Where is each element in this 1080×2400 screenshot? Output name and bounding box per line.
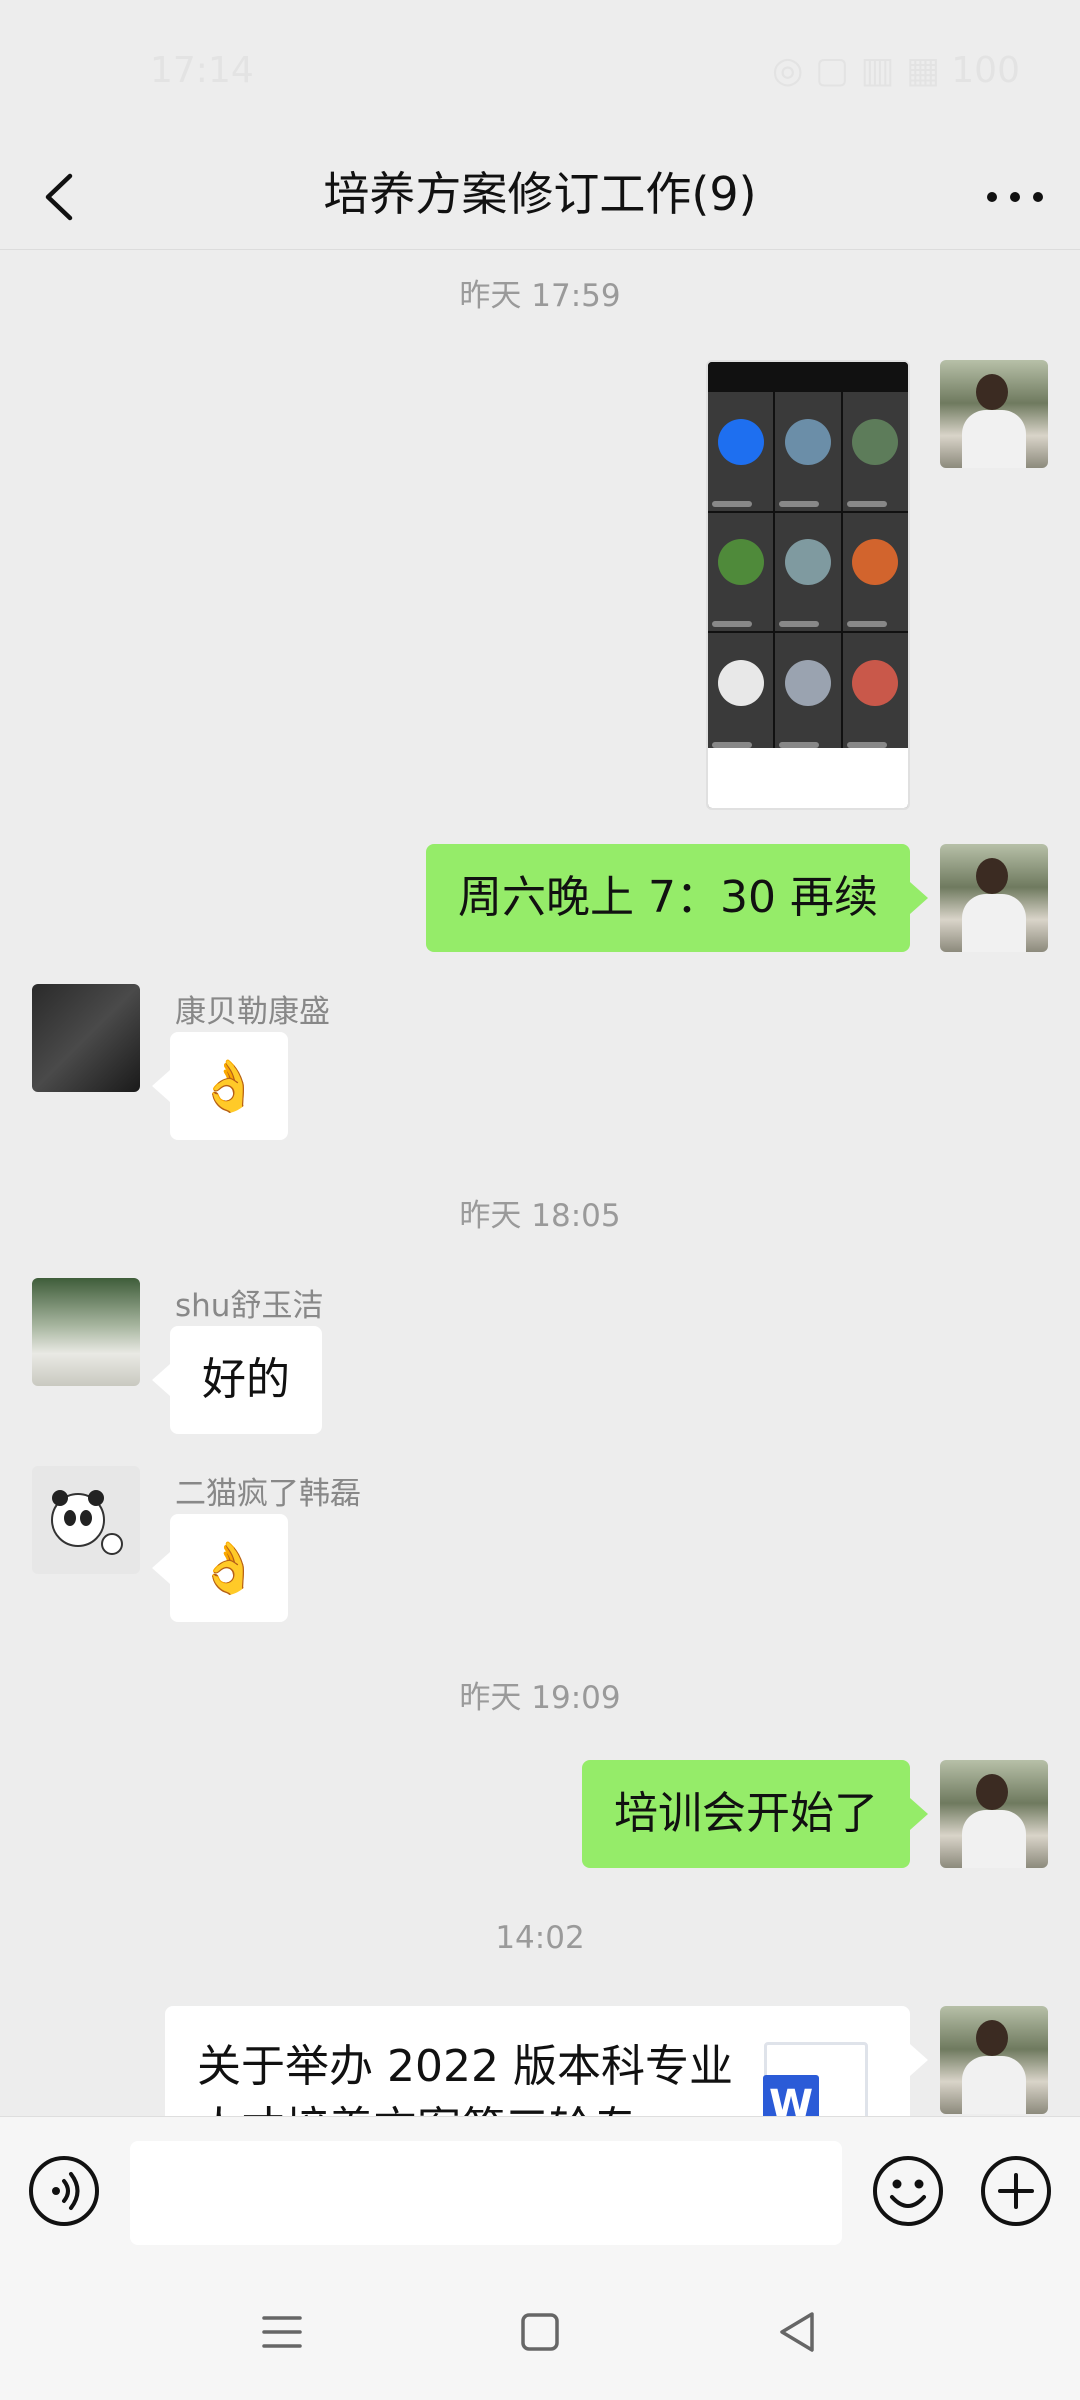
image-message[interactable]	[706, 360, 910, 810]
member-avatar[interactable]	[32, 1278, 140, 1386]
my-avatar[interactable]	[940, 1760, 1048, 1868]
back-nav-button[interactable]	[768, 2302, 828, 2362]
menu-nav-button[interactable]	[252, 2302, 312, 2362]
image-video-grid	[708, 392, 908, 752]
time-separator: 昨天 18:05	[459, 1198, 621, 1234]
my-avatar[interactable]	[940, 360, 1048, 468]
my-avatar[interactable]	[940, 2006, 1048, 2114]
member-avatar[interactable]	[32, 984, 140, 1092]
chat-header: 培养方案修订工作(9)	[0, 140, 1080, 250]
ok-hand-emoji: 👌	[197, 1057, 261, 1115]
emoji-icon	[873, 2156, 943, 2226]
sender-name: 康贝勒康盛	[175, 994, 330, 1030]
image-nav-strip	[708, 748, 908, 808]
ok-hand-emoji: 👌	[197, 1539, 261, 1597]
panda-avatar-icon	[51, 1490, 123, 1555]
voice-button[interactable]	[28, 2155, 100, 2227]
home-nav-button[interactable]	[510, 2302, 570, 2362]
my-avatar[interactable]	[940, 844, 1048, 952]
emoji-button[interactable]	[872, 2155, 944, 2227]
sender-name: 二猫疯了韩磊	[175, 1476, 361, 1512]
back-nav-icon	[780, 2312, 814, 2352]
time-separator: 昨天 19:09	[459, 1680, 621, 1716]
my-text-message[interactable]: 培训会开始了	[582, 1760, 928, 1868]
image-status-strip	[708, 362, 908, 392]
status-bar: 17:14 ◎ ▢ ▥ ▦ 100	[0, 0, 1080, 140]
status-time: 17:14	[150, 50, 254, 91]
status-icons: ◎ ▢ ▥ ▦ 100	[772, 50, 1020, 91]
input-bar	[0, 2116, 1080, 2262]
member-avatar[interactable]	[32, 1466, 140, 1574]
voice-icon	[29, 2156, 99, 2226]
text-message[interactable]: 好的	[152, 1326, 322, 1434]
file-title: 关于举办 2022 版本科专业人才培养方案第三轮专	[197, 2041, 733, 2116]
sender-name: shu舒玉洁	[175, 1288, 324, 1324]
plus-icon	[981, 2156, 1051, 2226]
emoji-message[interactable]: 👌	[152, 1514, 288, 1622]
plus-button[interactable]	[980, 2155, 1052, 2227]
chat-area[interactable]: 昨天 17:59 周六晚上 7：30 再续 康贝勒康盛 👌 昨天 18:05 s…	[0, 250, 1080, 2116]
file-message[interactable]: 关于举办 2022 版本科专业人才培养方案第三轮专 W	[165, 2006, 928, 2116]
time-separator: 14:02	[495, 1920, 585, 1956]
message-input[interactable]	[130, 2141, 842, 2245]
time-separator: 昨天 17:59	[459, 278, 621, 314]
menu-icon	[262, 2316, 302, 2348]
emoji-message[interactable]: 👌	[152, 1032, 288, 1140]
more-button[interactable]	[980, 162, 1050, 232]
my-text-message[interactable]: 周六晚上 7：30 再续	[426, 844, 928, 952]
home-icon	[521, 2313, 559, 2351]
more-icon	[987, 192, 1043, 202]
word-file-icon: W	[763, 2042, 868, 2116]
page-title: 培养方案修订工作(9)	[323, 167, 757, 221]
system-nav-bar	[0, 2262, 1080, 2400]
